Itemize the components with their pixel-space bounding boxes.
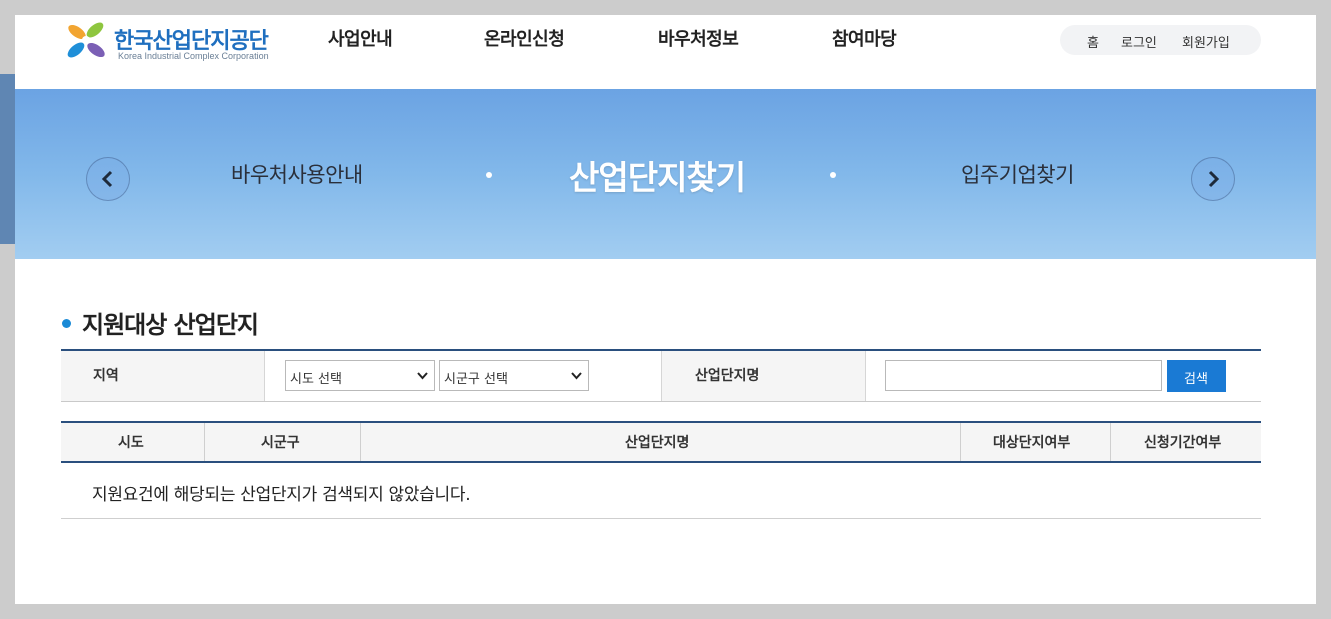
util-home-link[interactable]: 홈 [1087,32,1099,51]
banner-next-button[interactable] [1191,157,1235,201]
sigungu-select-value: 시군구 선택 [444,372,508,387]
banner-active-title: 산업단지찾기 [569,158,746,197]
util-signup-link[interactable]: 회원가입 [1182,32,1230,51]
chevron-right-icon [1208,170,1220,188]
sigungu-select[interactable]: 시군구 선택 [439,360,589,391]
site-logo[interactable]: 한국산업단지공단 Korea Industrial Complex Corpor… [62,18,292,66]
nav-online-application[interactable]: 온라인신청 [484,25,565,51]
banner-item-tenant-search[interactable]: 입주기업찾기 [961,159,1074,189]
column-header-sigungu: 시군구 [204,423,360,461]
search-form: 지역 시도 선택 시군구 선택 산업단지명 검색 [61,349,1261,402]
results-table: 시도 시군구 산업단지명 대상단지여부 신청기간여부 지원요건에 해당되는 산업… [61,421,1261,519]
banner-prev-button[interactable] [86,157,130,201]
nav-voucher-info[interactable]: 바우처정보 [658,25,739,51]
empty-message: 지원요건에 해당되는 산업단지가 검색되지 않았습니다. [92,485,471,505]
logo-mark-icon [67,22,105,58]
banner-item-voucher-guide[interactable]: 바우처사용안내 [231,159,363,189]
column-header-label: 시도 [118,435,144,451]
column-header-complex-name: 산업단지명 [360,423,960,461]
chevron-down-icon [571,372,582,380]
sido-select[interactable]: 시도 선택 [285,360,435,391]
column-header-label: 대상단지여부 [993,435,1071,451]
column-header-target-status: 대상단지여부 [960,423,1110,461]
section-title: 지원대상 산업단지 [82,311,259,339]
chevron-left-icon [101,170,113,188]
complex-name-input[interactable] [885,360,1162,391]
complex-name-label: 산업단지명 [695,368,760,384]
complex-name-label-cell: 산업단지명 [661,351,866,401]
column-header-sido: 시도 [61,423,204,461]
banner-edge-shade [0,74,15,244]
sido-select-value: 시도 선택 [290,372,342,387]
region-label: 지역 [93,368,119,384]
utility-menu: 홈 로그인 회원가입 [1060,25,1261,55]
column-header-label: 산업단지명 [625,435,690,451]
table-empty-row: 지원요건에 해당되는 산업단지가 검색되지 않았습니다. [61,463,1261,519]
section-bullet-icon [62,319,71,328]
hero-banner: 바우처사용안내 산업단지찾기 입주기업찾기 [15,89,1316,259]
chevron-down-icon [417,372,428,380]
banner-separator-dot [486,172,492,178]
column-header-period-status: 신청기간여부 [1110,423,1261,461]
site-header: 한국산업단지공단 Korea Industrial Complex Corpor… [15,15,1316,89]
banner-separator-dot [830,172,836,178]
nav-participation[interactable]: 참여마당 [832,25,897,51]
nav-business-info[interactable]: 사업안내 [328,25,393,51]
util-login-link[interactable]: 로그인 [1121,32,1157,51]
table-header: 시도 시군구 산업단지명 대상단지여부 신청기간여부 [61,421,1261,463]
region-label-cell: 지역 [61,351,265,401]
logo-english-text: Korea Industrial Complex Corporation [118,51,269,61]
page: 한국산업단지공단 Korea Industrial Complex Corpor… [15,15,1316,604]
column-header-label: 시군구 [261,435,300,451]
search-button[interactable]: 검색 [1167,360,1226,392]
column-header-label: 신청기간여부 [1144,435,1222,451]
search-button-label: 검색 [1184,372,1208,387]
